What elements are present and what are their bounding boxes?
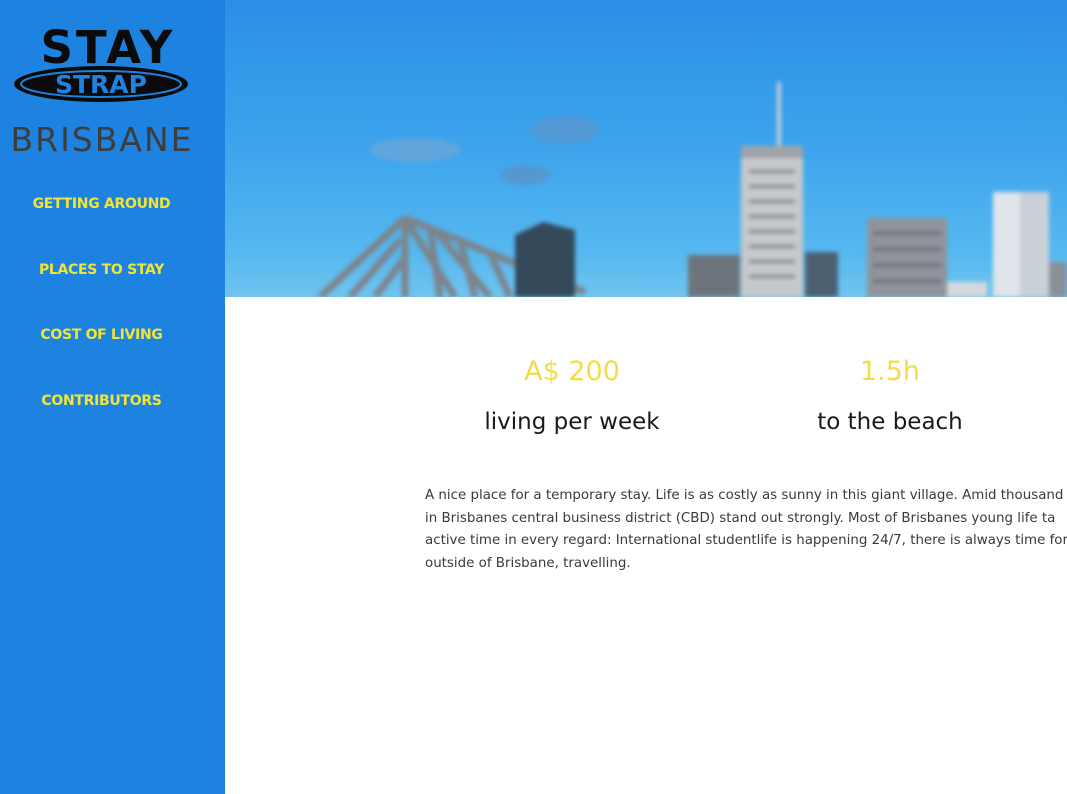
stay-strap-logo[interactable]: STAY STRAP BRISBANE (0, 0, 225, 170)
nav-link-contributors[interactable]: CONTRIBUTORS (41, 393, 161, 409)
description-line: in Brisbanes central business district (… (425, 510, 1056, 526)
logo-stay-text: STAY (41, 21, 176, 74)
logo-graphic: STAY STRAP BRISBANE (11, 21, 194, 159)
skyline-graphic (317, 82, 1067, 297)
main-content: A$ 200 living per week 1.5h to the beach… (225, 297, 1067, 794)
description-line: outside of Brisbane, travelling. (425, 555, 631, 571)
stat-label: living per week (484, 409, 660, 435)
nav-item-getting-around: GETTING AROUND (0, 188, 203, 254)
hero-skyline-image (225, 0, 1067, 297)
stat-value: 1.5h (859, 356, 921, 387)
stat-value: A$ 200 (524, 356, 620, 387)
nav-item-places-to-stay: PLACES TO STAY (0, 254, 203, 320)
page: STAY STRAP BRISBANE GETTING AROUND PLACE… (0, 0, 1067, 794)
city-description: A nice place for a temporary stay. Life … (425, 485, 1067, 581)
logo-strap-text: STRAP (55, 70, 147, 99)
stat-beach-distance: 1.5h to the beach (782, 355, 998, 437)
sidebar: STAY STRAP BRISBANE GETTING AROUND PLACE… (0, 0, 225, 794)
stat-living-cost: A$ 200 living per week (465, 355, 679, 437)
main-nav: GETTING AROUND PLACES TO STAY COST OF LI… (0, 188, 203, 450)
nav-link-cost-of-living[interactable]: COST OF LIVING (40, 327, 163, 343)
nav-item-cost-of-living: COST OF LIVING (0, 319, 203, 385)
nav-item-contributors: CONTRIBUTORS (0, 385, 203, 451)
stat-label: to the beach (817, 409, 963, 435)
nav-link-places-to-stay[interactable]: PLACES TO STAY (39, 262, 164, 278)
city-name: BRISBANE (11, 120, 194, 159)
nav-link-getting-around[interactable]: GETTING AROUND (33, 196, 171, 212)
description-line: A nice place for a temporary stay. Life … (425, 488, 1064, 503)
description-line: active time in every regard: Internation… (425, 533, 1067, 548)
